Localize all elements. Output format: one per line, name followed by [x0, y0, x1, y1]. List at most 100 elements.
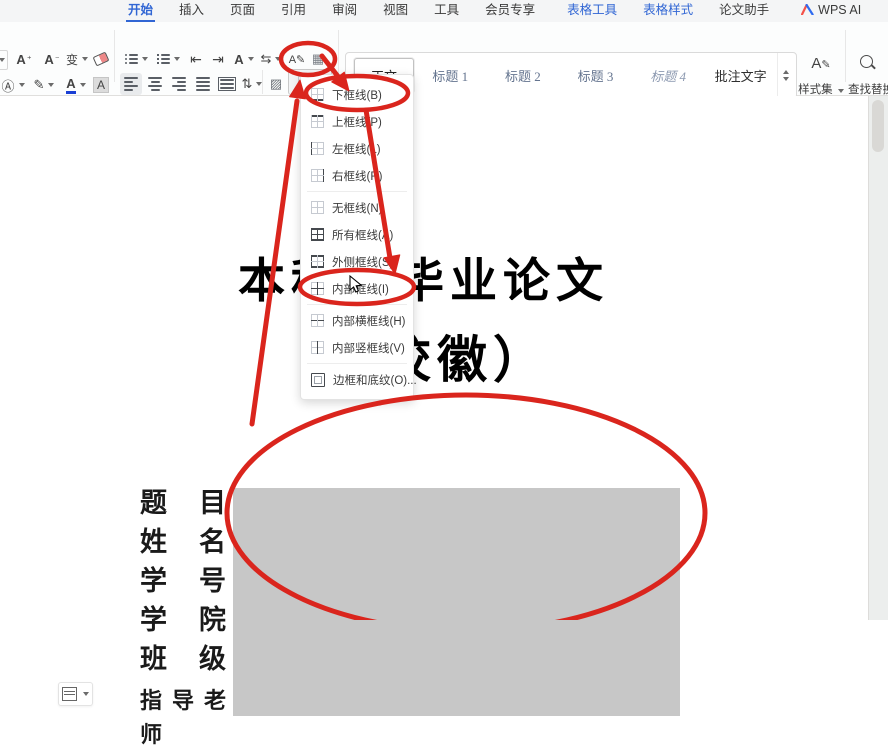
menu-item-border-right[interactable]: 右框线(R) [301, 162, 413, 189]
chevron-down-icon [19, 83, 25, 87]
ribbon-separator [262, 70, 263, 94]
align-right-icon [172, 77, 186, 91]
chevron-down-icon [0, 58, 5, 62]
find-replace-icon [860, 55, 873, 71]
distribute-button[interactable] [216, 73, 238, 95]
border-inside-icon [311, 282, 324, 295]
chevron-down-icon [838, 89, 844, 93]
style-heading4[interactable]: 标题 4 [632, 66, 705, 85]
chevron-down-icon [248, 57, 254, 61]
increase-font-button[interactable]: A⁺ [12, 48, 36, 70]
tab-paper-assistant[interactable]: 论文助手 [717, 0, 771, 22]
chevron-down-icon [142, 57, 148, 61]
wps-ai-logo-icon [801, 1, 814, 22]
tab-home[interactable]: 开始 [126, 0, 155, 22]
justify-icon [196, 77, 210, 91]
find-replace-button[interactable]: 查找替换 [848, 52, 888, 100]
chevron-down-icon [82, 57, 88, 61]
border-inside-horizontal-icon [311, 314, 324, 327]
table-quick-format-button[interactable] [58, 682, 93, 706]
text-effect-button[interactable]: Ⓐ [0, 74, 26, 96]
char-scale-button[interactable]: ⇆ [256, 48, 286, 70]
chevron-down-icon [48, 83, 54, 87]
shading-button[interactable]: ▨ [266, 73, 286, 95]
border-top-icon [311, 115, 324, 128]
menu-item-borders-and-shading[interactable]: 边框和底纹(O)... [301, 366, 413, 393]
text-tool-icon: A✎ [289, 53, 306, 66]
line-spacing-icon: ⇅ [242, 76, 253, 92]
align-left-icon [124, 77, 138, 91]
chevron-down-icon [275, 57, 281, 61]
document-page[interactable]: 本科生毕业论文 （校徽） 题目 姓名 学号 学院 班级 指导老师 [0, 96, 888, 620]
text-tool-button[interactable]: A✎ [284, 48, 310, 70]
ribbon-separator [845, 30, 846, 82]
tab-bar: 开始 插入 页面 引用 审阅 视图 工具 会员专享 表格工具 表格样式 论文助手… [0, 0, 888, 23]
menu-item-border-left[interactable]: 左框线(L) [301, 135, 413, 162]
numbering-button[interactable] [154, 48, 182, 70]
menu-separator [307, 363, 407, 364]
text-effects-button[interactable]: A [230, 48, 258, 70]
scrollbar-track[interactable] [868, 96, 888, 620]
menu-item-border-none[interactable]: 无框线(N) [301, 194, 413, 221]
border-all-icon [311, 228, 324, 241]
distribute-icon [218, 77, 236, 91]
clear-format-button[interactable] [90, 48, 112, 70]
menu-item-border-bottom[interactable]: 下框线(B) [301, 81, 413, 108]
menu-item-border-outside[interactable]: 外侧框线(S) [301, 248, 413, 275]
chevron-down-icon [174, 57, 180, 61]
style-set-button[interactable]: A✎ 样式集 [799, 52, 843, 100]
field-label-student-id: 学号 [140, 565, 226, 599]
gallery-scroll[interactable] [777, 53, 792, 98]
bullets-button[interactable] [122, 48, 150, 70]
chevron-down-icon [783, 77, 789, 81]
char-shading-button[interactable]: A [90, 74, 112, 96]
tab-insert[interactable]: 插入 [177, 0, 206, 22]
align-center-icon [148, 77, 162, 91]
tab-review[interactable]: 审阅 [330, 0, 359, 22]
document-title: 本科生毕业论文 [238, 242, 609, 311]
pinyin-guide-button[interactable]: 变 [62, 48, 92, 70]
tab-table-style[interactable]: 表格样式 [641, 0, 695, 22]
menu-item-border-inside-vertical[interactable]: 内部竖框线(V) [301, 334, 413, 361]
menu-separator [307, 304, 407, 305]
menu-item-border-inside-horizontal[interactable]: 内部横框线(H) [301, 307, 413, 334]
border-outside-icon [311, 255, 324, 268]
menu-item-border-all[interactable]: 所有框线(A) [301, 221, 413, 248]
justify-button[interactable] [192, 73, 214, 95]
table-shaded-region[interactable] [233, 488, 680, 716]
table-grid-button[interactable]: ▦ [308, 48, 328, 70]
tab-view[interactable]: 视图 [381, 0, 410, 22]
eraser-icon [93, 52, 110, 67]
tab-wps-ai[interactable]: WPS AI [799, 0, 863, 22]
style-heading3[interactable]: 标题 3 [559, 66, 632, 85]
style-heading1[interactable]: 标题 1 [414, 66, 487, 85]
highlight-pen-button[interactable]: ✎ [30, 74, 58, 96]
scrollbar-thumb[interactable] [872, 100, 884, 152]
tab-tools[interactable]: 工具 [432, 0, 461, 22]
field-label-title: 题目 [140, 487, 226, 521]
style-heading2[interactable]: 标题 2 [487, 66, 560, 85]
border-none-icon [311, 201, 324, 214]
align-left-button[interactable] [120, 73, 142, 95]
tab-table-tools[interactable]: 表格工具 [565, 0, 619, 22]
ribbon: A⁺ A⁻ 变 Ⓐ ✎ A A ⇤ ⇥ A ⇆ A✎ ▦ [0, 22, 888, 96]
menu-item-border-top[interactable]: 上框线(P) [301, 108, 413, 135]
field-label-advisor: 指导老师 [140, 684, 226, 718]
style-comment-text[interactable]: 批注文字 [704, 66, 777, 85]
tab-page[interactable]: 页面 [228, 0, 257, 22]
table-border-icon [62, 687, 77, 701]
border-bottom-icon [311, 88, 324, 101]
increase-indent-button[interactable]: ⇥ [208, 48, 228, 70]
tab-reference[interactable]: 引用 [279, 0, 308, 22]
font-color-button[interactable]: A [62, 74, 90, 96]
field-label-class: 班级 [140, 643, 226, 677]
decrease-font-button[interactable]: A⁻ [40, 48, 64, 70]
align-right-button[interactable] [168, 73, 190, 95]
font-size-box-partial[interactable] [0, 50, 8, 70]
align-center-button[interactable] [144, 73, 166, 95]
tab-membership[interactable]: 会员专享 [483, 0, 537, 22]
char-scale-icon: ⇆ [261, 51, 272, 67]
borders-dropdown-menu: 下框线(B) 上框线(P) 左框线(L) 右框线(R) 无框线(N) 所有框线(… [300, 74, 414, 400]
decrease-indent-button[interactable]: ⇤ [186, 48, 206, 70]
menu-item-border-inside[interactable]: 内部框线(I) [301, 275, 413, 302]
